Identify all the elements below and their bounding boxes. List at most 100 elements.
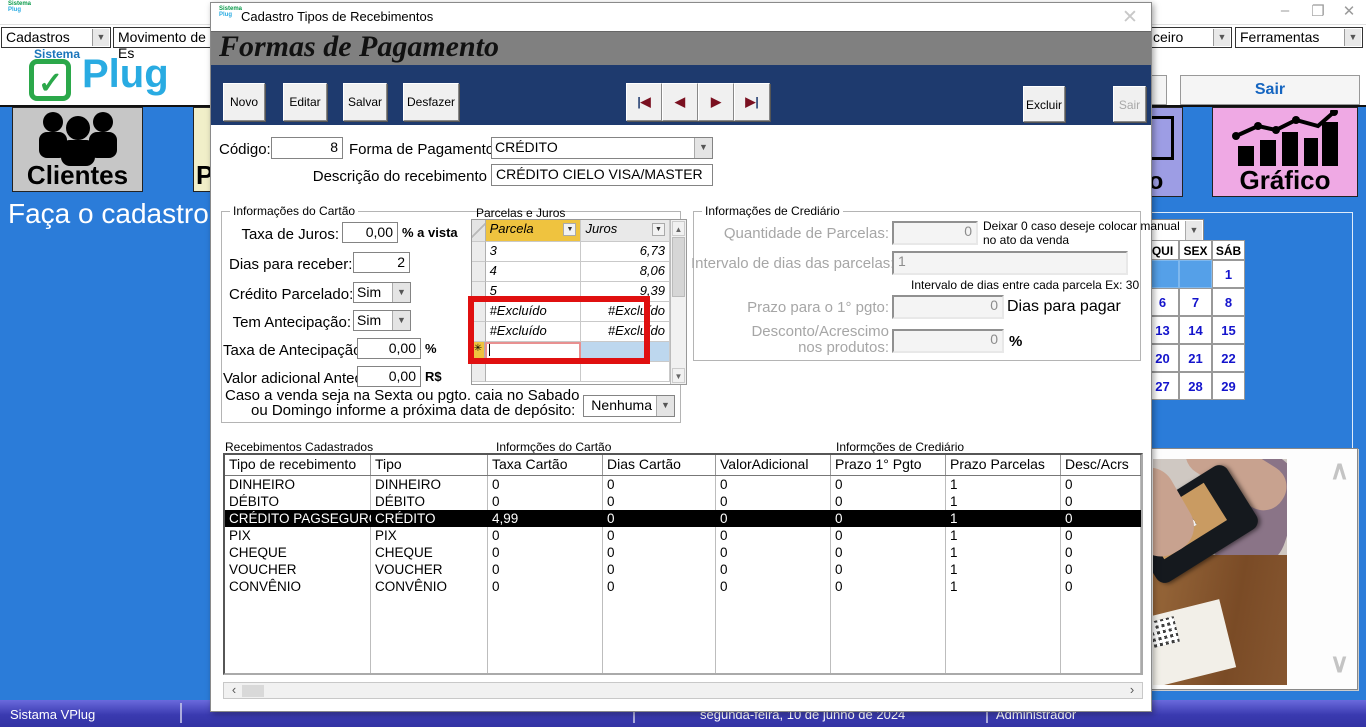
scroll-up-icon[interactable]: ∧ bbox=[1330, 455, 1349, 486]
tem-antecipacao-select[interactable]: Sim▼ bbox=[353, 310, 411, 331]
table-cell: CRÉDITO PAGSEGURO bbox=[225, 510, 371, 527]
column-header-parcela[interactable]: Parcela▼ bbox=[486, 220, 582, 242]
table-cell: 1 bbox=[946, 544, 1061, 561]
parcelas-scrollbar[interactable]: ▲ ▼ bbox=[670, 220, 686, 384]
deposito-select[interactable]: Nenhuma▼ bbox=[583, 395, 675, 417]
grafico-tile[interactable]: Gráfico bbox=[1212, 107, 1358, 197]
column-header[interactable]: Tipo bbox=[371, 455, 488, 475]
scrollbar-thumb[interactable] bbox=[242, 685, 264, 697]
menu-movimento[interactable]: Movimento de Es bbox=[113, 27, 213, 48]
column-header[interactable]: Prazo Parcelas bbox=[946, 455, 1061, 475]
menu-ferramentas[interactable]: Ferramentas ▼ bbox=[1235, 27, 1363, 48]
sair-button-main[interactable]: Sair bbox=[1180, 75, 1360, 105]
grid-cell-juros[interactable]: 8,06 bbox=[581, 262, 670, 282]
produtos-tile-partial[interactable]: P bbox=[193, 107, 211, 192]
table-cell: CONVÊNIO bbox=[371, 578, 488, 595]
desconto-field[interactable]: 0 bbox=[892, 329, 1004, 353]
taxa-antecipacao-field[interactable]: 0,00 bbox=[357, 338, 421, 359]
desfazer-button[interactable]: Desfazer bbox=[403, 83, 459, 121]
taxa-juros-suffix: % a vista bbox=[402, 225, 458, 240]
scrollbar-thumb[interactable] bbox=[672, 237, 685, 297]
menu-cadastros[interactable]: Cadastros ▼ bbox=[1, 27, 111, 48]
dialog-close-icon[interactable]: ✕ bbox=[1119, 6, 1141, 29]
table-row[interactable]: CRÉDITO PAGSEGUROCRÉDITO4,9900010 bbox=[225, 510, 1141, 527]
grid-cell-parcela[interactable]: 4 bbox=[486, 262, 582, 282]
intervalo-field[interactable]: 1 bbox=[892, 251, 1128, 275]
table-row[interactable]: PIXPIX000010 bbox=[225, 527, 1141, 544]
chevron-down-icon: ▼ bbox=[1344, 29, 1361, 46]
grid-row[interactable]: 48,06 bbox=[472, 262, 670, 282]
calendar-day[interactable]: 22 bbox=[1212, 344, 1245, 372]
forma-pagamento-select[interactable]: CRÉDITO ▼ bbox=[491, 137, 713, 159]
column-header-juros[interactable]: Juros▼ bbox=[581, 220, 670, 242]
nav-last-button[interactable]: ▶| bbox=[734, 83, 770, 121]
restore-button[interactable]: ❐ bbox=[1305, 2, 1331, 22]
calendar-day[interactable]: 28 bbox=[1179, 372, 1212, 400]
table-row[interactable]: VOUCHERVOUCHER000010 bbox=[225, 561, 1141, 578]
row-selector[interactable] bbox=[472, 242, 486, 262]
table-row[interactable]: DINHEIRODINHEIRO000010 bbox=[225, 476, 1141, 493]
editar-button[interactable]: Editar bbox=[283, 83, 327, 121]
row-selector bbox=[472, 362, 486, 382]
filter-dropdown-icon[interactable]: ▼ bbox=[652, 223, 665, 236]
excluir-button[interactable]: Excluir bbox=[1023, 86, 1065, 122]
calendar-day[interactable] bbox=[1179, 260, 1212, 288]
desconto-label-line1: Desconto/Acrescimo bbox=[711, 323, 889, 340]
qtd-note-line1: Deixar 0 caso deseje colocar manual bbox=[983, 219, 1180, 233]
nav-prev-button[interactable]: ◀ bbox=[662, 83, 698, 121]
calendar-day[interactable]: 8 bbox=[1212, 288, 1245, 316]
calendar-day[interactable]: 29 bbox=[1212, 372, 1245, 400]
grid-cell-juros[interactable]: 6,73 bbox=[581, 242, 670, 262]
salvar-button[interactable]: Salvar bbox=[343, 83, 387, 121]
tile-label: P bbox=[194, 160, 211, 191]
grid-cell-parcela[interactable]: 3 bbox=[486, 242, 582, 262]
column-header[interactable]: Taxa Cartão bbox=[488, 455, 603, 475]
scroll-left-icon[interactable]: ‹ bbox=[226, 684, 242, 697]
prazo-pgto-field[interactable]: 0 bbox=[892, 295, 1004, 319]
column-header[interactable]: Desc/Acrs bbox=[1061, 455, 1141, 475]
grid-row[interactable]: 36,73 bbox=[472, 242, 670, 262]
table-row[interactable]: CHEQUECHEQUE000010 bbox=[225, 544, 1141, 561]
taxa-antecipacao-suffix: % bbox=[425, 341, 437, 356]
table-row[interactable]: DÉBITODÉBITO000010 bbox=[225, 493, 1141, 510]
calendar-day[interactable]: 15 bbox=[1212, 316, 1245, 344]
table-cell: 0 bbox=[831, 493, 946, 510]
calendar-day[interactable]: 1 bbox=[1212, 260, 1245, 288]
table-row[interactable]: CONVÊNIOCONVÊNIO000010 bbox=[225, 578, 1141, 595]
calendar-day[interactable]: 14 bbox=[1179, 316, 1212, 344]
forma-pagamento-label: Forma de Pagamento bbox=[349, 141, 494, 158]
qtd-parcelas-field[interactable]: 0 bbox=[892, 221, 978, 245]
clientes-tile[interactable]: Clientes bbox=[12, 107, 143, 192]
filter-dropdown-icon[interactable]: ▼ bbox=[563, 223, 576, 236]
column-header[interactable]: Prazo 1° Pgto bbox=[831, 455, 946, 475]
menu-label: Cadastros bbox=[6, 29, 70, 45]
table-hscrollbar[interactable]: ‹ › bbox=[223, 682, 1143, 699]
scroll-down-icon[interactable]: ▼ bbox=[672, 368, 685, 383]
novo-button[interactable]: Novo bbox=[223, 83, 265, 121]
table-cell: 0 bbox=[488, 578, 603, 595]
column-header[interactable]: Tipo de recebimento bbox=[225, 455, 371, 475]
recebimentos-table: Tipo de recebimentoTipoTaxa CartãoDias C… bbox=[223, 453, 1143, 675]
sair-button-dialog[interactable]: Sair bbox=[1113, 86, 1146, 122]
column-header[interactable]: Dias Cartão bbox=[603, 455, 716, 475]
table-cell: 0 bbox=[716, 476, 831, 493]
dias-receber-field[interactable]: 2 bbox=[353, 252, 410, 273]
column-header[interactable]: ValorAdicional bbox=[716, 455, 831, 475]
nav-first-button[interactable]: |◀ bbox=[626, 83, 662, 121]
calendar-day[interactable]: 7 bbox=[1179, 288, 1212, 316]
scroll-right-icon[interactable]: › bbox=[1124, 684, 1140, 697]
close-button-app[interactable]: ✕ bbox=[1336, 2, 1362, 22]
table-cell: DÉBITO bbox=[371, 493, 488, 510]
minimize-button[interactable]: – bbox=[1272, 2, 1298, 22]
taxa-juros-field[interactable]: 0,00 bbox=[342, 222, 398, 243]
row-selector[interactable] bbox=[472, 262, 486, 282]
credito-parcelado-select[interactable]: Sim▼ bbox=[353, 282, 411, 303]
nav-next-button[interactable]: ▶ bbox=[698, 83, 734, 121]
scroll-up-icon[interactable]: ▲ bbox=[672, 221, 685, 236]
dialog-title: Cadastro Tipos de Recebimentos bbox=[241, 9, 433, 24]
scroll-down-icon[interactable]: ∨ bbox=[1330, 648, 1349, 679]
descricao-field[interactable]: CRÉDITO CIELO VISA/MASTER bbox=[491, 164, 713, 186]
calendar-day[interactable]: 21 bbox=[1179, 344, 1212, 372]
valor-adicional-field[interactable]: 0,00 bbox=[357, 366, 421, 387]
codigo-field[interactable]: 8 bbox=[271, 137, 343, 159]
